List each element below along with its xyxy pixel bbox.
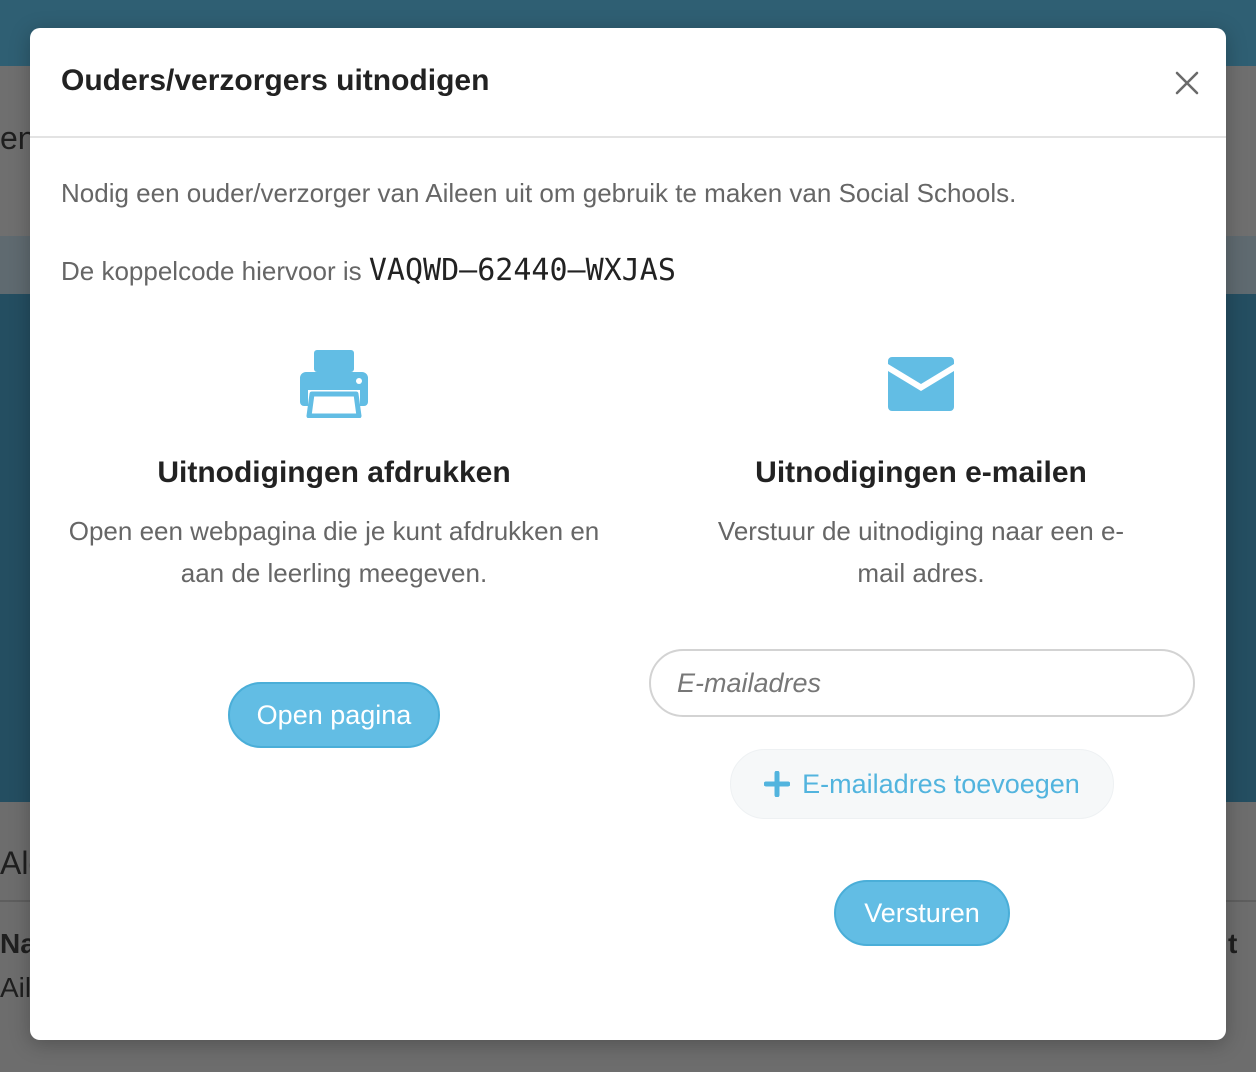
modal-header: Ouders/verzorgers uitnodigen bbox=[30, 28, 1226, 138]
print-title: Uitnodigingen afdrukken bbox=[157, 456, 511, 489]
print-section: Uitnodigingen afdrukken Open een webpagi… bbox=[48, 348, 620, 594]
bg-text: t bbox=[1228, 928, 1238, 959]
email-input[interactable] bbox=[649, 649, 1195, 717]
send-button[interactable]: Versturen bbox=[834, 880, 1010, 946]
close-icon bbox=[1175, 71, 1199, 95]
open-page-button[interactable]: Open pagina bbox=[228, 682, 440, 748]
invite-modal: Ouders/verzorgers uitnodigen Nodig een o… bbox=[30, 28, 1226, 1040]
intro-text: Nodig een ouder/verzorger van Aileen uit… bbox=[61, 178, 1017, 208]
email-title: Uitnodigingen e-mailen bbox=[755, 456, 1087, 489]
plus-icon bbox=[764, 771, 791, 797]
add-email-label: E-mailadres toevoegen bbox=[802, 768, 1080, 799]
add-email-button[interactable]: E-mailadres toevoegen bbox=[730, 749, 1114, 819]
email-section: Uitnodigingen e-mailen Verstuur de uitno… bbox=[635, 348, 1207, 594]
envelope-icon bbox=[888, 357, 954, 411]
close-button[interactable] bbox=[1168, 64, 1206, 102]
email-description: Verstuur de uitnodiging naar een e-mail … bbox=[717, 516, 1125, 588]
print-description: Open een webpagina die je kunt afdrukken… bbox=[68, 516, 600, 588]
link-code: VAQWD–62440–WXJAS bbox=[368, 253, 676, 288]
code-line: De koppelcode hiervoor is VAQWD–62440–WX… bbox=[61, 253, 676, 288]
code-label: De koppelcode hiervoor is bbox=[61, 256, 369, 286]
modal-title: Ouders/verzorgers uitnodigen bbox=[61, 64, 490, 97]
printer-icon bbox=[300, 350, 368, 418]
